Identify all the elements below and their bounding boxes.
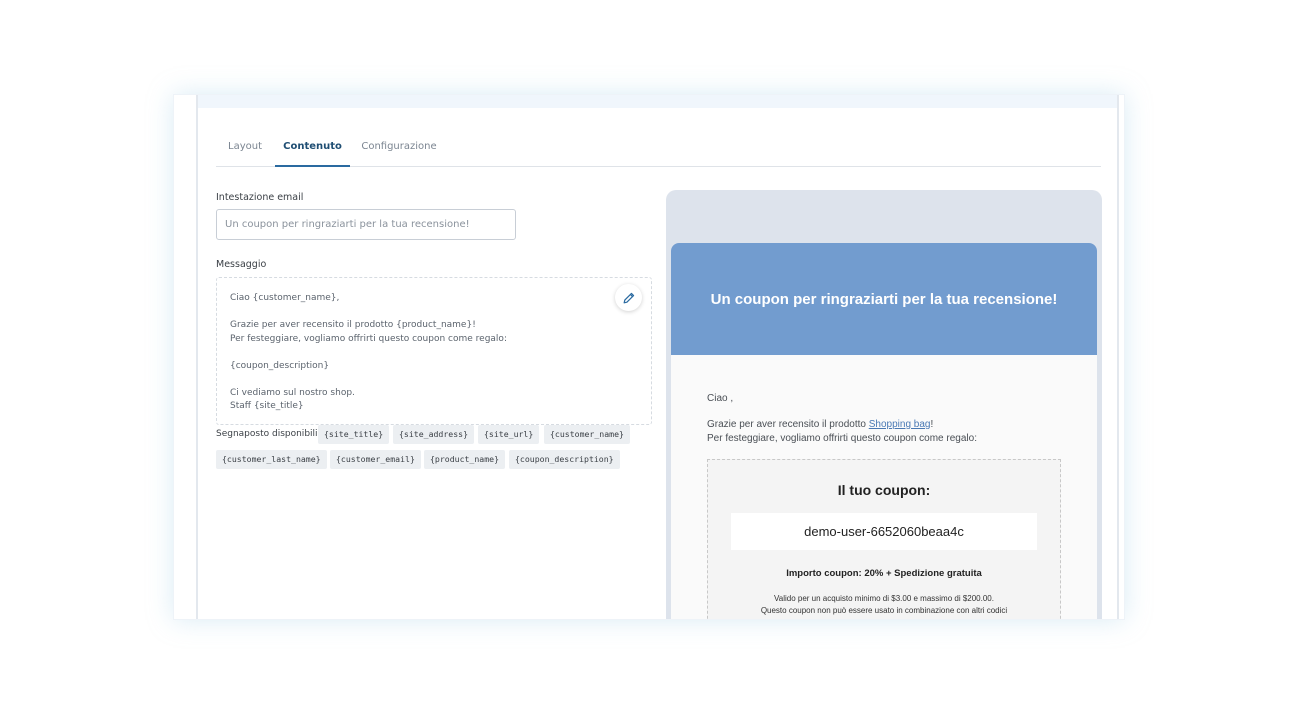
tab-configurazione[interactable]: Configurazione [360,141,438,167]
placeholder-chip[interactable]: {site_title} [318,425,390,444]
placeholder-chip[interactable]: {site_address} [393,425,475,444]
placeholder-chip[interactable]: {customer_last_name} [216,450,327,469]
message-editor[interactable]: Ciao {customer_name}, Grazie per aver re… [216,277,652,425]
email-header-banner: Un coupon per ringraziarti per la tua re… [671,243,1097,355]
product-link[interactable]: Shopping bag [869,419,931,430]
email-line2: Per festeggiare, vogliamo offrirti quest… [707,433,977,444]
panel-border-right [1117,95,1119,619]
panel-border-left [196,95,198,619]
email-header-label: Intestazione email [216,192,304,203]
placeholder-chip[interactable]: {product_name} [424,450,506,469]
tab-bar: Layout Contenuto Configurazione [216,135,1101,167]
message-line: {coupon_description} [230,360,330,371]
coupon-code: demo-user-6652060beaa4c [731,513,1037,550]
tab-layout[interactable]: Layout [216,141,274,167]
placeholder-chip[interactable]: {site_url} [478,425,540,444]
placeholder-chip[interactable]: {customer_email} [330,450,421,469]
tab-contenuto[interactable]: Contenuto [275,141,350,167]
message-line: Grazie per aver recensito il prodotto {p… [230,320,476,330]
email-line1: Grazie per aver recensito il prodotto Sh… [707,419,933,430]
email-header-input[interactable]: Un coupon per ringraziarti per la tua re… [216,209,516,240]
email-line1-prefix: Grazie per aver recensito il prodotto [707,419,869,430]
coupon-heading: Il tuo coupon: [837,482,931,498]
top-strip [198,95,1117,108]
email-line1-suffix: ! [930,419,934,430]
coupon-note-min-max: Valido per un acquisto minimo di $3.00 e… [774,594,994,603]
email-preview: Un coupon per ringraziarti per la tua re… [666,190,1102,619]
message-line: Ci vediamo sul nostro shop. [230,387,355,398]
message-line: Ciao {customer_name}, [230,293,340,303]
coupon-box: Il tuo coupon: demo-user-6652060beaa4c I… [707,459,1061,619]
placeholders-label: Segnaposto disponibili: [216,429,321,439]
email-body: Un coupon per ringraziarti per la tua re… [671,243,1097,619]
settings-card: Layout Contenuto Configurazione Intestaz… [173,94,1125,620]
placeholder-chip[interactable]: {coupon_description} [509,450,620,469]
pencil-icon [623,292,634,303]
message-label: Messaggio [216,259,267,270]
email-greeting: Ciao , [707,393,734,404]
edit-message-button[interactable] [615,284,642,311]
message-line: Per festeggiare, vogliamo offrirti quest… [230,333,507,344]
coupon-note-combination: Questo coupon non può essere usato in co… [760,606,1008,615]
coupon-amount: Importo coupon: 20% + Spedizione gratuit… [786,568,982,579]
message-line: Staff {site_title} [230,401,304,411]
email-title: Un coupon per ringraziarti per la tua re… [710,290,1058,308]
placeholder-chip[interactable]: {customer_name} [544,425,630,444]
